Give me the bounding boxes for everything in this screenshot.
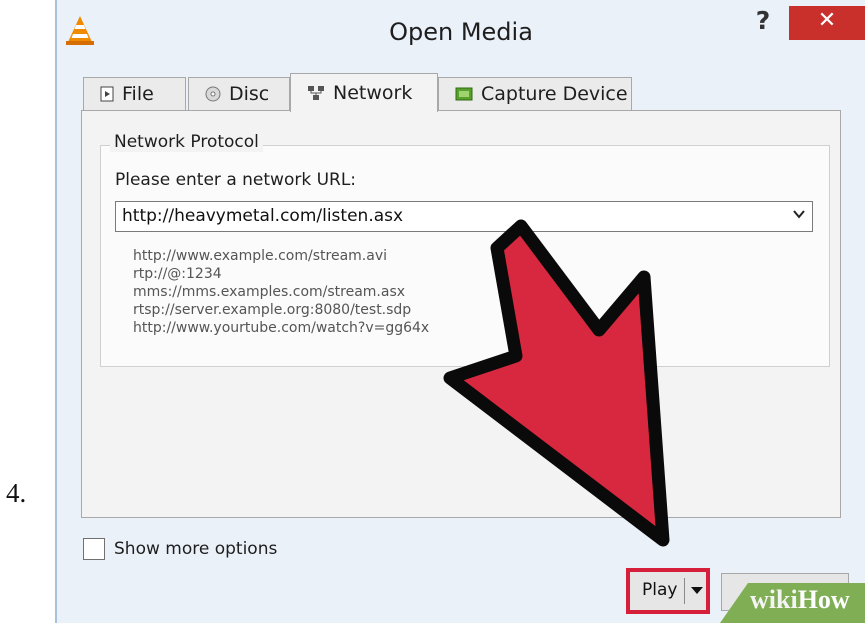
tab-capture-device-label: Capture Device [481,83,628,105]
wikihow-watermark: wikiHow [750,585,850,615]
play-label: Play [642,580,678,600]
open-media-dialog: Open Media ? ✕ File Disc Network Capture… [55,0,865,623]
step-number: 4. [6,478,27,508]
play-separator [684,578,685,604]
example-url: rtsp://server.example.org:8080/test.sdp [133,302,412,318]
tab-disc[interactable]: Disc [188,77,290,111]
network-protocol-label: Network Protocol [110,132,263,152]
chevron-down-icon[interactable] [792,207,806,221]
show-more-options-checkbox[interactable] [83,538,105,560]
url-prompt: Please enter a network URL: [115,170,357,190]
url-combobox[interactable]: http://heavymetal.com/listen.asx [115,201,813,232]
play-button[interactable]: Play [626,568,710,614]
tab-disc-label: Disc [229,83,270,105]
network-icon [308,86,324,100]
tab-file-label: File [122,83,154,105]
help-button[interactable]: ? [751,6,775,36]
watermark-part2: How [797,585,850,614]
tab-network-label: Network [333,82,413,104]
example-url: mms://mms.examples.com/stream.asx [133,284,406,300]
url-examples: http://www.example.com/stream.avi rtp://… [133,247,429,337]
dialog-title: Open Media [389,18,533,46]
title-bar: Open Media ? ✕ [57,0,865,62]
tab-capture-device[interactable]: Capture Device [438,77,632,111]
tab-file[interactable]: File [83,77,186,111]
example-url: http://www.example.com/stream.avi [133,248,387,264]
tab-network[interactable]: Network [290,73,438,112]
example-url: http://www.yourtube.com/watch?v=gg64x [133,320,430,336]
capture-device-icon [455,87,473,101]
watermark-part1: wiki [750,585,798,614]
example-url: rtp://@:1234 [133,266,222,282]
play-dropdown-icon[interactable] [691,587,703,594]
url-input[interactable]: http://heavymetal.com/listen.asx [122,206,403,226]
close-icon: ✕ [817,8,837,33]
show-more-options-label[interactable]: Show more options [114,539,277,559]
disc-icon [205,86,221,102]
file-icon [100,86,114,102]
close-button[interactable]: ✕ [789,6,865,40]
